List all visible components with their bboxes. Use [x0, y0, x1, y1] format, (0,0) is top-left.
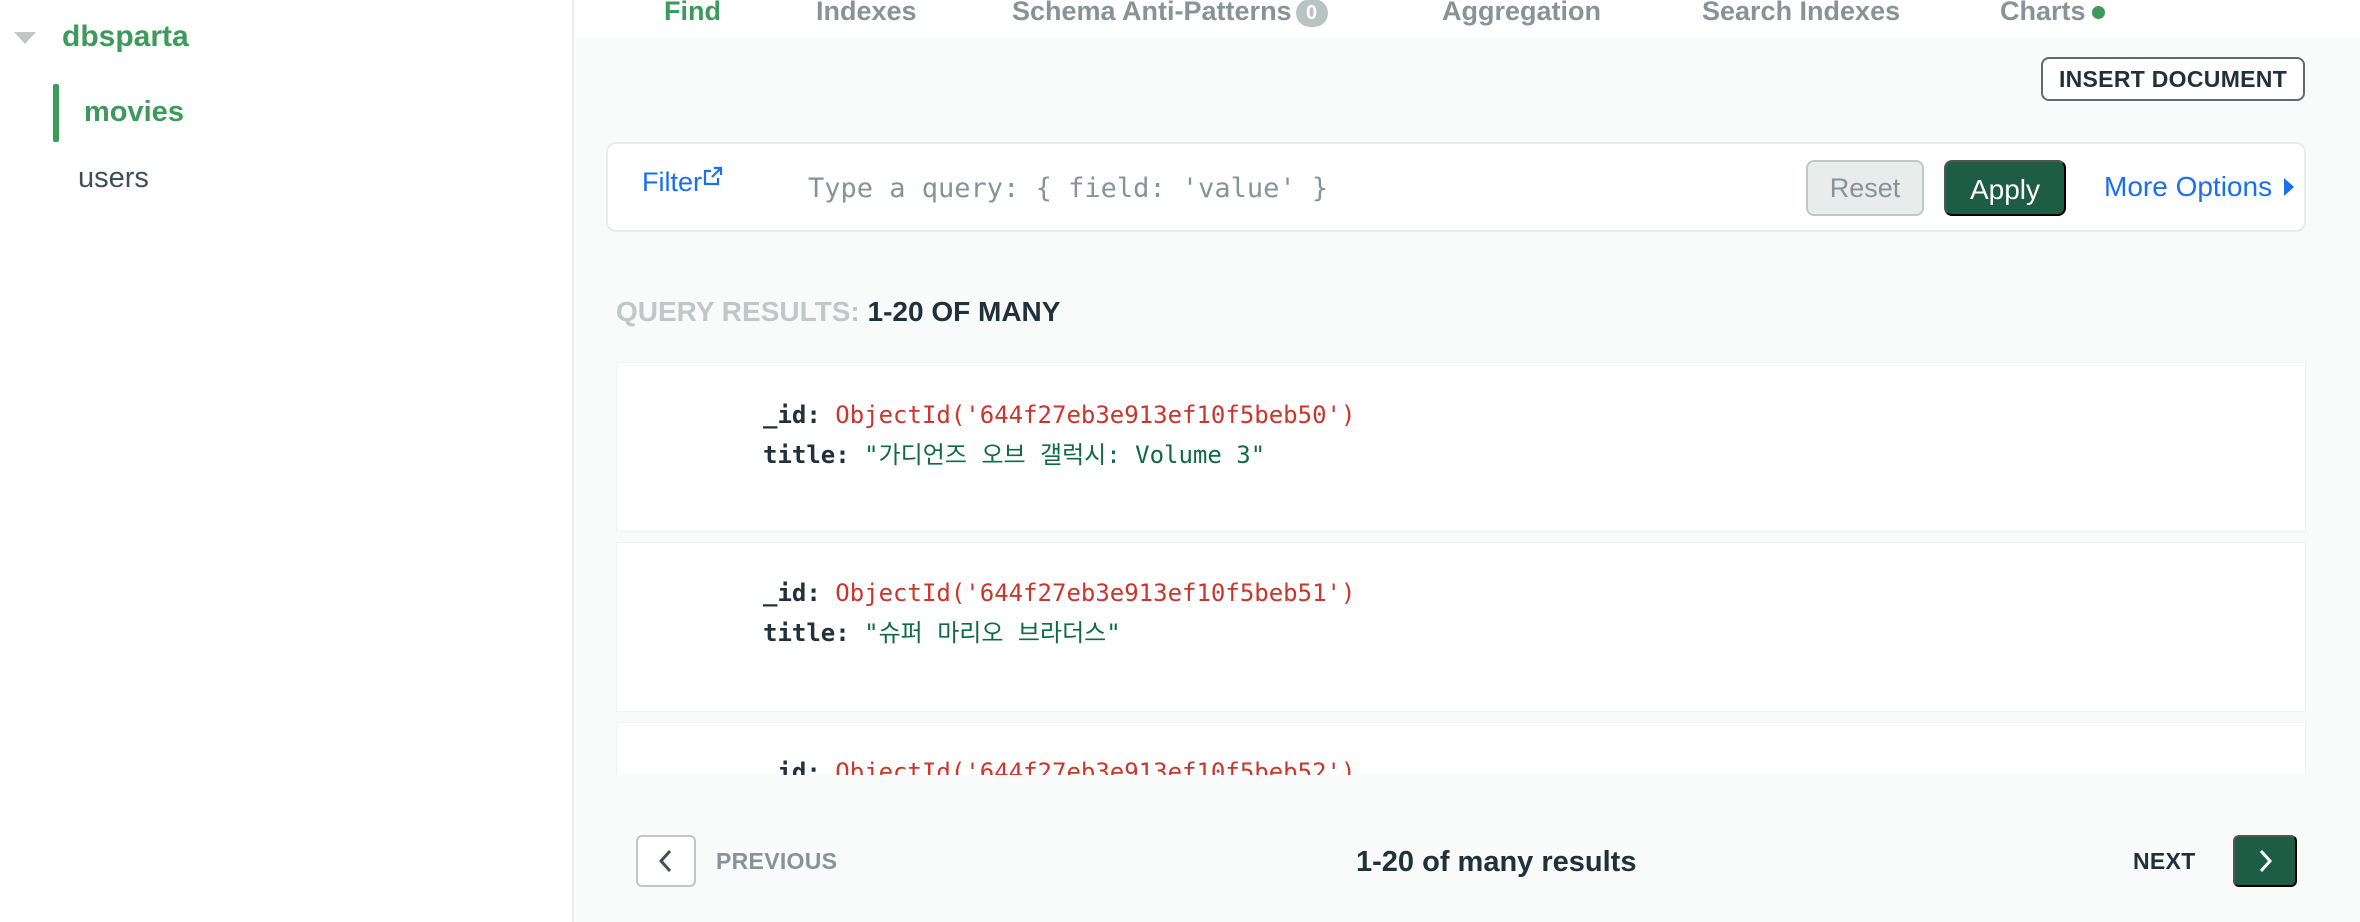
field-value: "가디언즈 오브 갤럭시: Volume 3": [864, 441, 1266, 469]
field-key: _id:: [763, 401, 821, 429]
database-name[interactable]: dbsparta: [62, 20, 189, 54]
field-key: title:: [763, 619, 850, 647]
tab-label: Charts: [2000, 0, 2086, 26]
field-key: _id:: [763, 579, 821, 607]
query-bar: Filter Reset Apply More Options: [606, 142, 2306, 232]
document-field-title: title: "가디언즈 오브 갤럭시: Volume 3": [763, 435, 1265, 470]
filter-link[interactable]: Filter: [642, 167, 702, 198]
more-options-label: More Options: [2104, 171, 2273, 202]
field-value: ObjectId('644f27eb3e913ef10f5beb50'): [835, 401, 1356, 429]
previous-label: PREVIOUS: [716, 848, 838, 874]
pagination: PREVIOUS 1-20 of many results NEXT: [576, 775, 2360, 922]
results-range: 1-20 OF MANY: [867, 296, 1061, 327]
next-button[interactable]: [2233, 835, 2297, 887]
insert-document-button[interactable]: INSERT DOCUMENT: [2041, 57, 2305, 101]
caret-down-icon[interactable]: [14, 32, 36, 44]
collection-tabs: Find Indexes Schema Anti-Patterns 0 Aggre…: [576, 0, 2360, 38]
document-field-id: _id: ObjectId('644f27eb3e913ef10f5beb51'…: [763, 579, 1355, 607]
sidebar-item-movies[interactable]: movies: [53, 84, 573, 142]
document-card[interactable]: _id: ObjectId('644f27eb3e913ef10f5beb52'…: [616, 722, 2306, 775]
next-label: NEXT: [2133, 848, 2196, 874]
tab-search-indexes[interactable]: Search Indexes: [1702, 0, 1900, 27]
collection-view: Find Indexes Schema Anti-Patterns 0 Aggre…: [576, 0, 2360, 922]
sidebar-item-label: movies: [84, 96, 184, 128]
query-input[interactable]: [808, 159, 1368, 217]
tab-schema-anti-patterns[interactable]: Schema Anti-Patterns 0: [1012, 0, 1328, 27]
field-value: ObjectId('644f27eb3e913ef10f5beb51'): [835, 579, 1356, 607]
external-link-icon[interactable]: [703, 166, 723, 186]
document-field-title: title: "슈퍼 마리오 브라더스": [763, 613, 1121, 648]
apply-button[interactable]: Apply: [1944, 160, 2066, 216]
field-key: title:: [763, 441, 850, 469]
field-key: _id:: [763, 758, 821, 775]
sidebar-item-users[interactable]: users: [78, 162, 149, 195]
count-badge: 0: [1295, 0, 1328, 27]
tab-indexes[interactable]: Indexes: [816, 0, 917, 27]
status-dot-icon: [2091, 6, 2105, 20]
query-results-header: QUERY RESULTS: 1-20 OF MANY: [616, 296, 1060, 328]
document-card[interactable]: _id: ObjectId('644f27eb3e913ef10f5beb50'…: [616, 362, 2306, 532]
reset-button[interactable]: Reset: [1806, 160, 1924, 216]
field-value: ObjectId('644f27eb3e913ef10f5beb52'): [835, 758, 1356, 775]
document-list: _id: ObjectId('644f27eb3e913ef10f5beb50'…: [616, 362, 2306, 775]
previous-button[interactable]: [636, 835, 696, 887]
results-prefix: QUERY RESULTS:: [616, 296, 860, 327]
more-options-link[interactable]: More Options: [2104, 171, 2295, 203]
chevron-left-icon: [658, 849, 672, 873]
tab-aggregation[interactable]: Aggregation: [1442, 0, 1601, 27]
chevron-right-icon: [2259, 849, 2273, 873]
document-card[interactable]: _id: ObjectId('644f27eb3e913ef10f5beb51'…: [616, 542, 2306, 712]
field-value: "슈퍼 마리오 브라더스": [864, 619, 1121, 647]
tab-find[interactable]: Find: [664, 0, 721, 27]
tab-charts[interactable]: Charts: [2000, 0, 2105, 27]
document-field-id: _id: ObjectId('644f27eb3e913ef10f5beb50'…: [763, 401, 1355, 429]
pagination-summary: 1-20 of many results: [1356, 846, 1637, 878]
document-field-id: _id: ObjectId('644f27eb3e913ef10f5beb52'…: [763, 758, 1355, 775]
collections-sidebar: dbsparta movies users: [0, 0, 574, 922]
caret-right-icon: [2284, 177, 2295, 196]
active-indicator: [53, 84, 59, 142]
tab-label: Schema Anti-Patterns: [1012, 0, 1292, 26]
